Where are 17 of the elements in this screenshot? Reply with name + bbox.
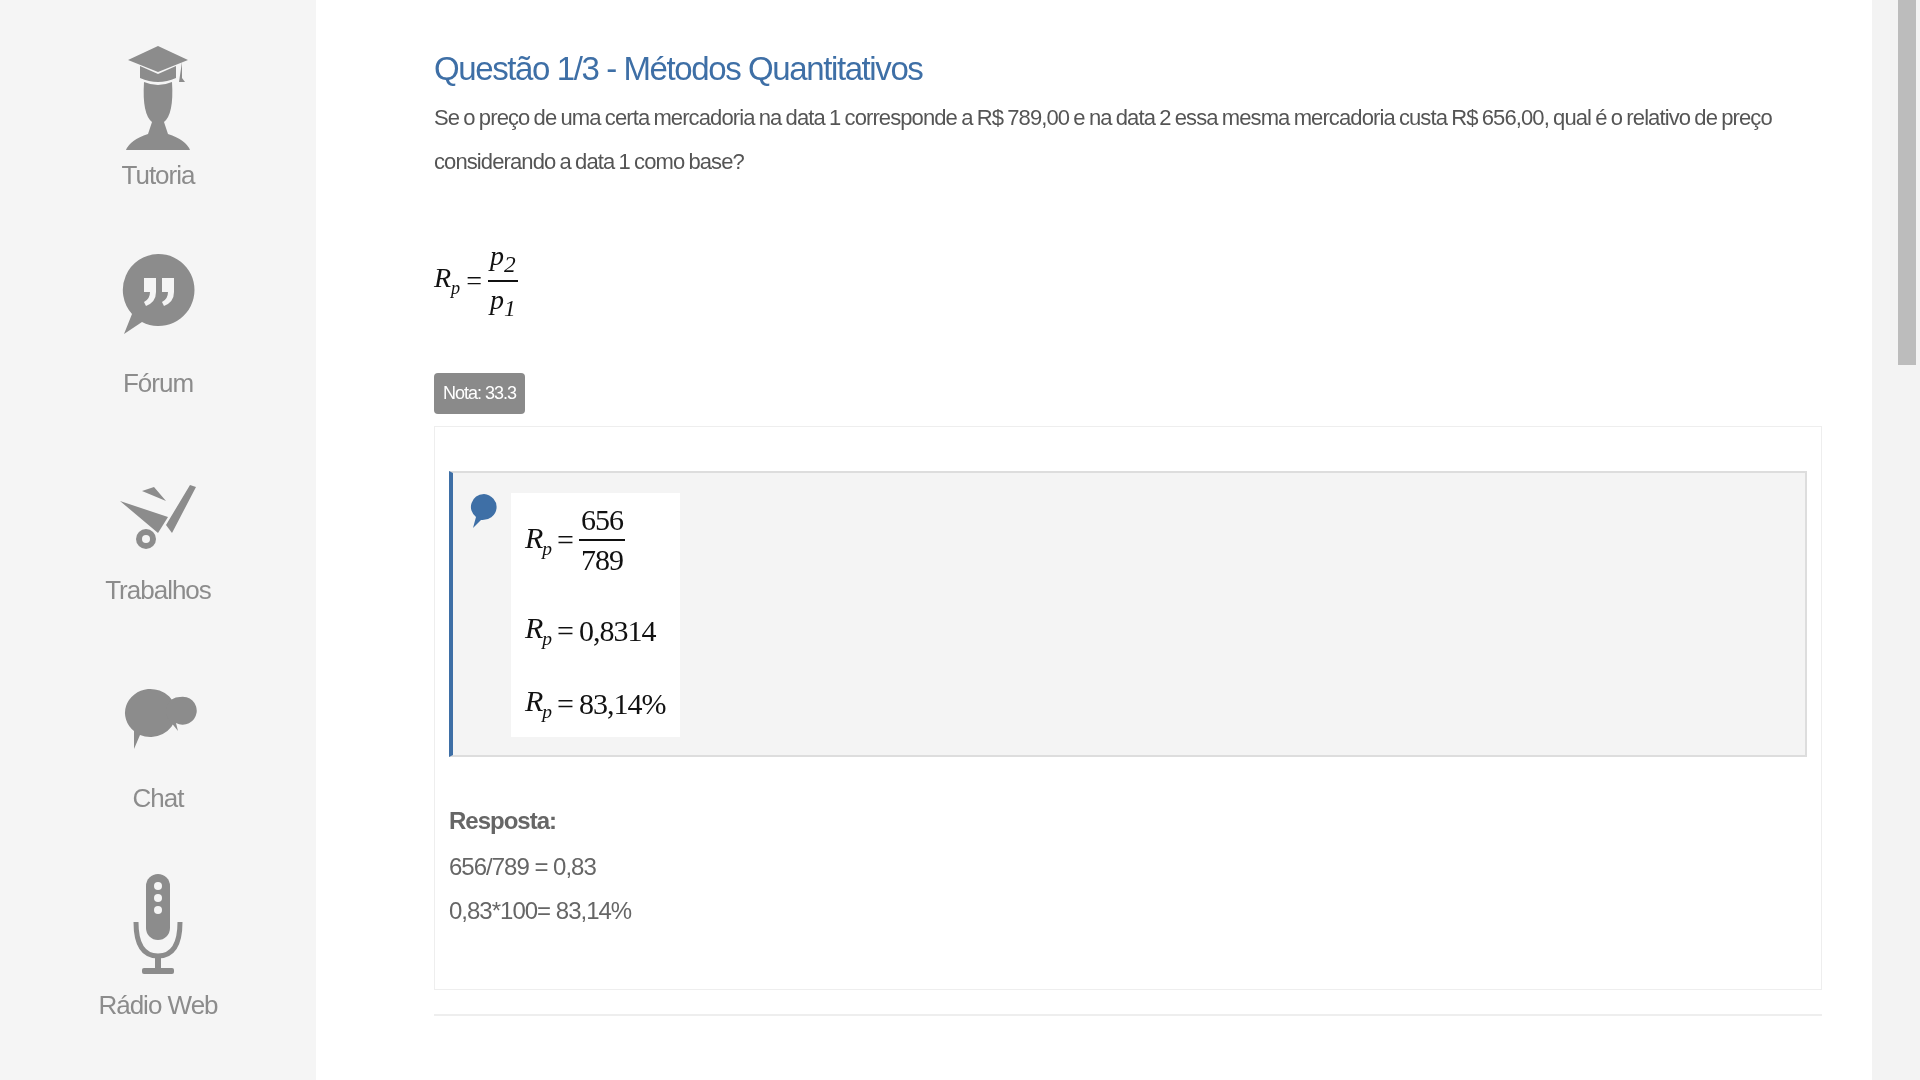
sidebar-item[interactable]: Rádio Web: [98, 872, 218, 1080]
answer-line: 656/789 = 0,83: [449, 852, 597, 883]
answer-line: 0,83*100= 83,14%: [449, 896, 633, 927]
grade-badge: Nota: 33.3: [434, 373, 526, 415]
answer-heading: Resposta:: [449, 807, 558, 836]
sidebar-item[interactable]: Chat: [118, 664, 198, 873]
scrollbar-thumb[interactable]: [1898, 0, 1916, 365]
formula: R$_{p}$ = p$_{2}$ p$_{1}$: [434, 240, 518, 322]
equation: R$_{p}$ = 83,14%: [525, 684, 666, 724]
equation: R$_{p}$ = 0,8314: [525, 611, 657, 651]
sidebar-item[interactable]: Tutoria: [118, 42, 198, 250]
question-text: Se o preço de uma certa mercadoria na data 1 corresponde a R$ 789,00 e na data 2 essa mesma mercadoria custa R$ 656,00, qual é o relativo de preço considerando a data 1 como base?: [434, 104, 1773, 176]
scrollbar[interactable]: [1872, 0, 1920, 1080]
sidebar-item[interactable]: Fórum: [118, 249, 198, 458]
speech-bubble-icon: [469, 493, 499, 530]
sidebar-item[interactable]: Trabalhos: [105, 457, 211, 665]
question-title: Questão 1/3 - Métodos Quantitativos: [434, 50, 923, 88]
